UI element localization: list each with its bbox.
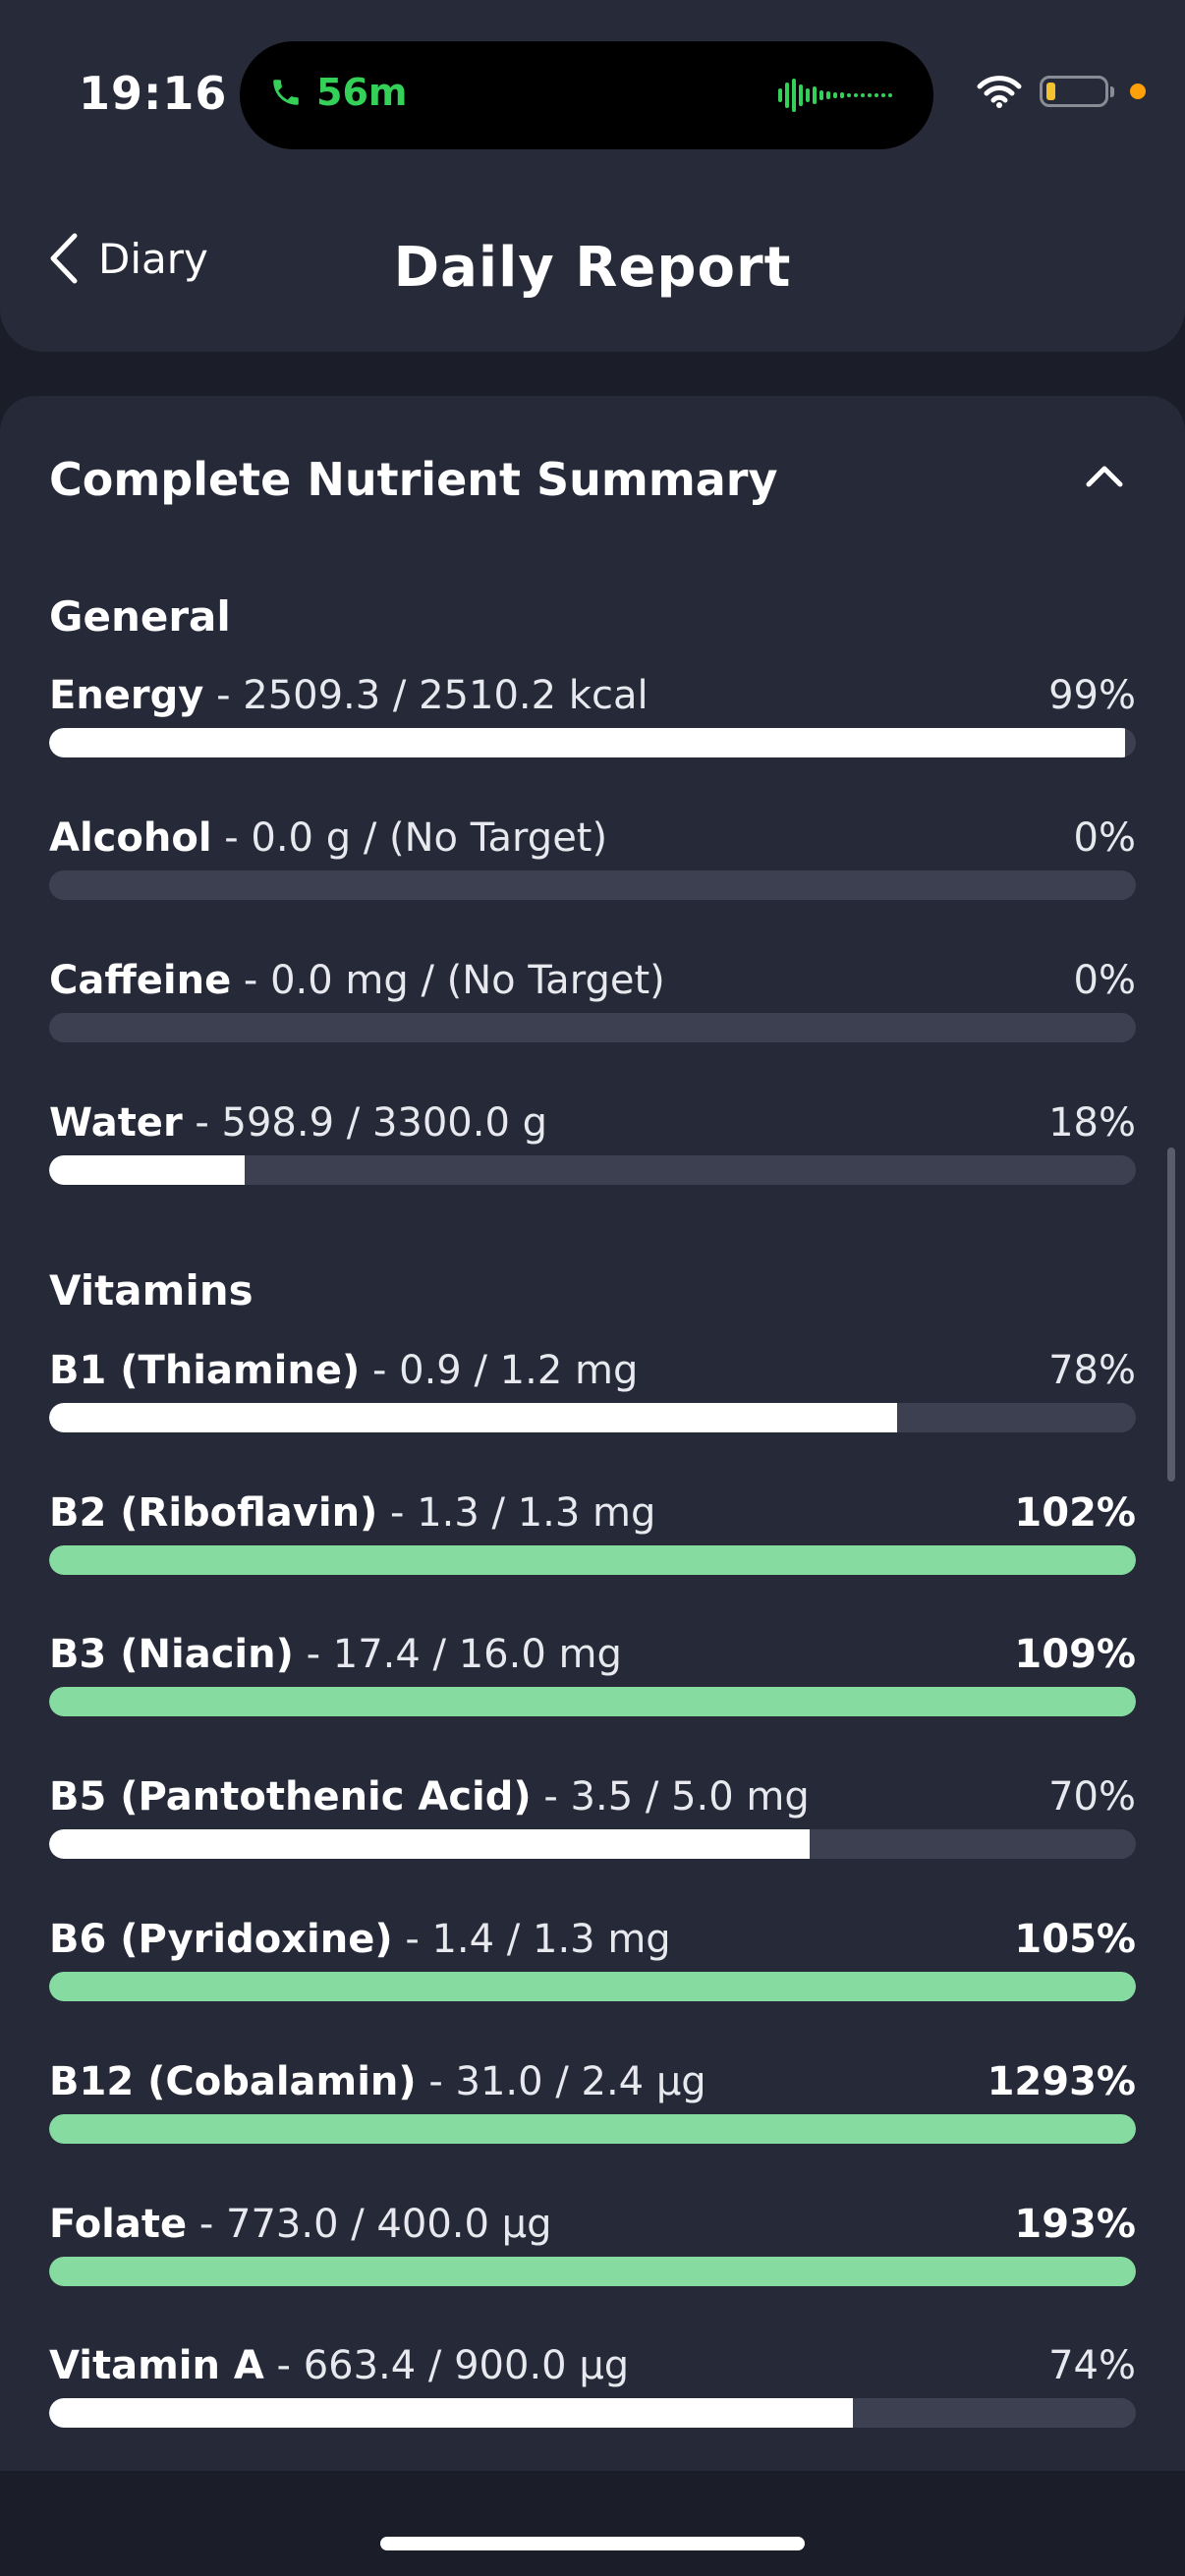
nutrient-name: Vitamin A <box>49 2343 264 2388</box>
progress-fill <box>49 1545 1136 1575</box>
nutrient-name: B3 (Niacin) <box>49 1632 294 1677</box>
nutrient-row[interactable]: B12 (Cobalamin) - 31.0 / 2.4 µg 1293% <box>49 2059 1136 2148</box>
nutrient-name: Energy <box>49 673 204 718</box>
progress-track <box>49 1403 1136 1432</box>
nutrient-name: Alcohol <box>49 815 212 861</box>
recording-dot-icon <box>1130 84 1146 99</box>
nutrient-detail: - 0.0 g / (No Target) <box>211 815 608 861</box>
battery-level <box>1046 83 1055 100</box>
progress-track <box>49 2257 1136 2286</box>
progress-fill <box>49 1155 246 1185</box>
nutrient-detail: - 773.0 / 400.0 µg <box>187 2202 552 2247</box>
section-label-general: General <box>49 592 231 641</box>
nutrient-detail: - 0.9 / 1.2 mg <box>360 1348 639 1393</box>
progress-track <box>49 1687 1136 1716</box>
nutrient-percent: 1293% <box>987 2059 1136 2104</box>
nutrient-percent: 109% <box>1014 1632 1136 1677</box>
progress-fill <box>49 1829 811 1859</box>
progress-track <box>49 1155 1136 1185</box>
nutrient-detail: - 1.3 / 1.3 mg <box>377 1490 656 1536</box>
nutrient-percent: 0% <box>1073 815 1136 861</box>
nutrient-percent: 105% <box>1014 1917 1136 1962</box>
battery-tip <box>1110 86 1114 97</box>
nutrient-row[interactable]: Vitamin A - 663.4 / 900.0 µg 74% <box>49 2343 1136 2432</box>
nutrient-name: B5 (Pantothenic Acid) <box>49 1774 532 1820</box>
call-indicator[interactable]: 56m <box>269 71 407 114</box>
progress-fill <box>49 2398 854 2428</box>
nutrient-name: B12 (Cobalamin) <box>49 2059 417 2104</box>
nutrient-detail: - 1.4 / 1.3 mg <box>392 1917 671 1962</box>
nutrient-detail: - 0.0 mg / (No Target) <box>231 958 665 1003</box>
nutrient-percent: 102% <box>1014 1490 1136 1536</box>
nutrient-percent: 0% <box>1073 958 1136 1003</box>
nutrient-name: B1 (Thiamine) <box>49 1348 361 1393</box>
nutrient-name: B6 (Pyridoxine) <box>49 1917 393 1962</box>
progress-fill <box>49 2114 1136 2144</box>
nutrient-percent: 99% <box>1048 673 1136 718</box>
audio-wave-icon <box>778 79 892 112</box>
top-header: 19:16 56m Diary Daily Report <box>0 0 1185 352</box>
nutrient-name: Folate <box>49 2202 188 2247</box>
section-label-vitamins: Vitamins <box>49 1266 254 1315</box>
nutrient-percent: 18% <box>1048 1100 1136 1146</box>
page-title: Daily Report <box>393 236 792 300</box>
call-duration: 56m <box>316 71 408 114</box>
nutrient-row[interactable]: Energy - 2509.3 / 2510.2 kcal 99% <box>49 673 1136 761</box>
nutrient-detail: - 663.4 / 900.0 µg <box>263 2343 630 2388</box>
nutrient-name: B2 (Riboflavin) <box>49 1490 378 1536</box>
progress-track <box>49 1972 1136 2001</box>
progress-fill <box>49 1687 1136 1716</box>
progress-track <box>49 728 1136 757</box>
collapse-button[interactable] <box>1085 463 1124 492</box>
progress-fill <box>49 1403 897 1432</box>
status-time: 19:16 <box>79 67 228 120</box>
nutrient-percent: 78% <box>1048 1348 1136 1393</box>
nutrient-percent: 74% <box>1048 2343 1136 2388</box>
nutrient-row[interactable]: B1 (Thiamine) - 0.9 / 1.2 mg 78% <box>49 1348 1136 1436</box>
nutrient-name: Caffeine <box>49 958 232 1003</box>
progress-track <box>49 1545 1136 1575</box>
nutrient-detail: - 2509.3 / 2510.2 kcal <box>203 673 649 718</box>
progress-track <box>49 1829 1136 1859</box>
nutrient-percent: 193% <box>1014 2202 1136 2247</box>
nutrient-row[interactable]: B6 (Pyridoxine) - 1.4 / 1.3 mg 105% <box>49 1917 1136 2005</box>
nutrient-detail: - 17.4 / 16.0 mg <box>293 1632 622 1677</box>
nutrient-row[interactable]: B3 (Niacin) - 17.4 / 16.0 mg 109% <box>49 1632 1136 1720</box>
nutrient-row[interactable]: Caffeine - 0.0 mg / (No Target) 0% <box>49 958 1136 1046</box>
progress-fill <box>49 728 1125 757</box>
home-indicator[interactable] <box>380 2537 805 2550</box>
nutrient-percent: 70% <box>1048 1774 1136 1820</box>
nutrient-row[interactable]: B5 (Pantothenic Acid) - 3.5 / 5.0 mg 70% <box>49 1774 1136 1863</box>
phone-icon <box>273 80 299 105</box>
nutrient-row[interactable]: Folate - 773.0 / 400.0 µg 193% <box>49 2202 1136 2290</box>
status-icons <box>977 75 1146 108</box>
nutrient-summary-card: Complete Nutrient Summary General Energy… <box>0 396 1185 2471</box>
nutrient-name: Water <box>49 1100 183 1146</box>
nutrient-detail: - 31.0 / 2.4 µg <box>416 2059 706 2104</box>
chevron-up-icon <box>1086 466 1123 487</box>
wifi-icon <box>977 76 1022 108</box>
dynamic-island[interactable]: 56m <box>240 41 933 149</box>
progress-fill <box>49 1972 1136 2001</box>
nutrient-row[interactable]: Alcohol - 0.0 g / (No Target) 0% <box>49 815 1136 904</box>
scrollbar[interactable] <box>1167 1148 1175 1482</box>
nutrient-detail: - 3.5 / 5.0 mg <box>531 1774 810 1820</box>
progress-track <box>49 870 1136 900</box>
battery-icon <box>1040 76 1114 107</box>
progress-track <box>49 2398 1136 2428</box>
progress-fill <box>49 2257 1136 2286</box>
progress-track <box>49 1013 1136 1042</box>
progress-track <box>49 2114 1136 2144</box>
nutrient-detail: - 598.9 / 3300.0 g <box>182 1100 548 1146</box>
nutrient-row[interactable]: Water - 598.9 / 3300.0 g 18% <box>49 1100 1136 1189</box>
card-title: Complete Nutrient Summary <box>49 453 778 506</box>
nutrient-row[interactable]: B2 (Riboflavin) - 1.3 / 1.3 mg 102% <box>49 1490 1136 1579</box>
